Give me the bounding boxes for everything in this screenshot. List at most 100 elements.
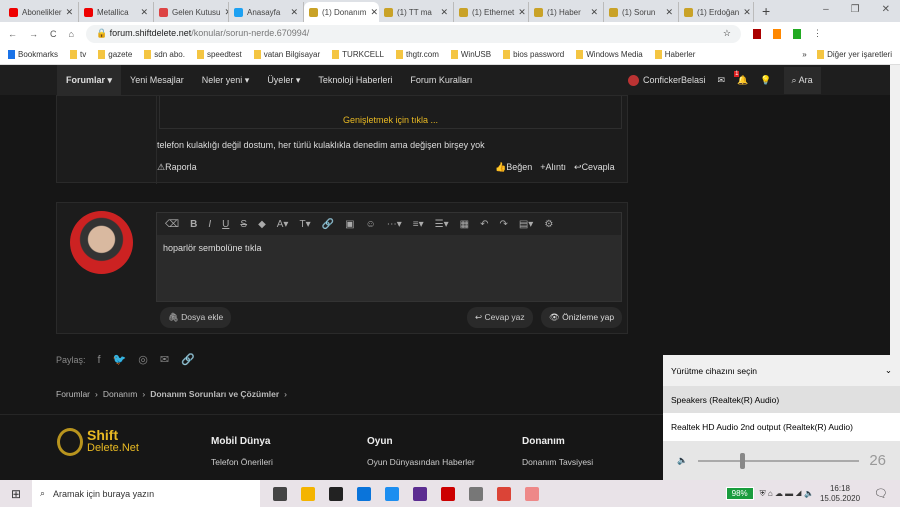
- tab[interactable]: Abonelikler ✕: [4, 2, 79, 22]
- forward-icon[interactable]: →: [29, 29, 38, 39]
- bookmark-item[interactable]: TURKCELL: [332, 50, 384, 59]
- taskbar-app-icon[interactable]: [273, 486, 287, 501]
- bookmark-item[interactable]: tv: [70, 50, 86, 59]
- breadcrumb-item[interactable]: Donanım: [103, 389, 138, 399]
- volume-slider[interactable]: [697, 452, 860, 469]
- notification-icon[interactable]: 🗨: [874, 487, 888, 500]
- list-icon[interactable]: ☰▾: [435, 219, 449, 230]
- tab[interactable]: (1) Ethernet ✕: [454, 2, 529, 22]
- taskbar-app-icon[interactable]: [329, 486, 343, 501]
- editor-textarea[interactable]: hoparlör sembolüne tıkla: [157, 235, 621, 301]
- reload-icon[interactable]: C: [50, 29, 57, 39]
- smiley-icon[interactable]: ☺: [366, 219, 376, 230]
- drafts-icon[interactable]: ▤▾: [519, 219, 533, 230]
- tab[interactable]: Metallica ✕: [79, 2, 154, 22]
- bookmark-item[interactable]: gazete: [98, 50, 132, 59]
- menu-icon[interactable]: ⋮: [813, 28, 822, 39]
- back-icon[interactable]: ←: [8, 29, 17, 39]
- nav-forum-kurallari[interactable]: Forum Kuralları: [401, 65, 481, 95]
- tab[interactable]: (1) Donanım ✕: [304, 2, 379, 22]
- extension-icon[interactable]: [792, 28, 801, 39]
- preview-button[interactable]: 👁 Önizleme yap: [541, 307, 623, 328]
- minimize-icon[interactable]: –: [823, 4, 829, 15]
- taskbar-app-icon[interactable]: [441, 486, 455, 501]
- bookmark-item[interactable]: Bookmarks: [8, 50, 58, 59]
- bookmark-item[interactable]: speedtest: [196, 50, 242, 59]
- close-icon[interactable]: ✕: [882, 4, 890, 15]
- bulb-icon[interactable]: 💡: [760, 75, 771, 86]
- undo-icon[interactable]: ↶: [480, 219, 488, 230]
- url-input[interactable]: 🔒 forum.shiftdelete.net/konular/sorun-ne…: [85, 24, 741, 43]
- device-option[interactable]: Realtek HD Audio 2nd output (Realtek(R) …: [663, 413, 900, 441]
- font-size-icon[interactable]: A▾: [277, 219, 289, 230]
- twitter-icon[interactable]: 🐦: [113, 353, 127, 366]
- close-tab-icon[interactable]: ✕: [743, 7, 751, 18]
- home-icon[interactable]: ⌂: [69, 29, 74, 39]
- clock[interactable]: 16:18 15.05.2020: [820, 484, 860, 504]
- restore-icon[interactable]: ❐: [851, 4, 860, 15]
- slider-thumb[interactable]: [739, 452, 745, 469]
- nav-teknoloji-haberleri[interactable]: Teknoloji Haberleri: [309, 65, 401, 95]
- align-icon[interactable]: ≡▾: [413, 219, 424, 230]
- italic-icon[interactable]: I: [208, 219, 211, 230]
- font-icon[interactable]: T▾: [299, 219, 310, 230]
- email-icon[interactable]: ✉: [160, 353, 169, 366]
- breadcrumb-item[interactable]: Donanım Sorunları ve Çözümler: [150, 389, 279, 399]
- nav-yeni-mesajlar[interactable]: Yeni Mesajlar: [121, 65, 193, 95]
- bell-icon[interactable]: 🔔 1: [734, 70, 748, 86]
- close-tab-icon[interactable]: ✕: [440, 7, 448, 18]
- breadcrumb-item[interactable]: Forumlar: [56, 389, 90, 399]
- tab[interactable]: Gelen Kutusu✕: [154, 2, 229, 22]
- windows-start-icon[interactable]: ⊞: [0, 487, 32, 501]
- underline-icon[interactable]: U: [222, 219, 229, 230]
- search-button[interactable]: ⌕ Ara: [783, 66, 821, 94]
- bookmark-item[interactable]: WinUSB: [450, 50, 491, 59]
- bookmark-item[interactable]: vatan Bilgisayar: [253, 50, 320, 59]
- close-tab-icon[interactable]: ✕: [590, 7, 598, 18]
- taskbar-search[interactable]: ⌕ Aramak için buraya yazın: [32, 480, 260, 507]
- table-icon[interactable]: ▦: [460, 219, 469, 230]
- tab[interactable]: (1) TT ma ✕: [379, 2, 454, 22]
- link-icon[interactable]: 🔗: [181, 353, 195, 366]
- taskbar-app-icon[interactable]: [385, 486, 399, 501]
- tray-icons[interactable]: ⛨ ⌂ ☁ ▬ ◢ 🔈: [760, 489, 814, 499]
- bookmark-item[interactable]: thgtr.com: [395, 50, 439, 59]
- nav-forumlar[interactable]: Forumlar ▾: [57, 65, 122, 95]
- close-tab-icon[interactable]: ✕: [518, 7, 526, 18]
- user-menu[interactable]: ConfickerBelasi: [628, 74, 706, 86]
- image-icon[interactable]: ▣: [345, 219, 354, 230]
- new-tab-button[interactable]: +: [762, 3, 770, 19]
- redo-icon[interactable]: ↷: [499, 219, 507, 230]
- taskbar-app-icon[interactable]: [469, 486, 483, 501]
- eraser-icon[interactable]: ⌫: [165, 219, 179, 230]
- extension-icon[interactable]: [752, 28, 761, 39]
- nav-neler-yeni[interactable]: Neler yeni ▾: [193, 65, 259, 95]
- footer-logo[interactable]: Shift Delete.Net: [57, 428, 139, 456]
- quote-button[interactable]: +Alıntı: [540, 162, 566, 173]
- expand-link[interactable]: Genişletmek için tıkla ...: [343, 115, 438, 125]
- flyout-header[interactable]: Yürütme cihazını seçin ⌄: [663, 355, 900, 386]
- facebook-icon[interactable]: f: [98, 354, 101, 366]
- more-icon[interactable]: ⋯▾: [387, 219, 402, 230]
- tab[interactable]: (1) Erdoğan ✕: [679, 2, 754, 22]
- tab[interactable]: (1) Haber ✕: [529, 2, 604, 22]
- bookmark-item[interactable]: sdn abo.: [144, 50, 185, 59]
- star-icon[interactable]: ☆: [723, 28, 731, 39]
- close-tab-icon[interactable]: ✕: [665, 7, 673, 18]
- whatsapp-icon[interactable]: ◎: [138, 353, 148, 366]
- bookmark-item[interactable]: bios password: [503, 50, 564, 59]
- inbox-icon[interactable]: ✉: [718, 75, 726, 86]
- nav-uyeler[interactable]: Üyeler ▾: [258, 65, 309, 95]
- close-tab-icon[interactable]: ✕: [140, 7, 148, 18]
- link-icon[interactable]: 🔗: [322, 219, 334, 230]
- strike-icon[interactable]: S: [240, 219, 247, 230]
- settings-icon[interactable]: ⚙: [544, 219, 553, 230]
- close-tab-icon[interactable]: ✕: [370, 7, 378, 18]
- taskbar-app-icon[interactable]: [525, 486, 539, 501]
- tab[interactable]: (1) Sorun ✕: [604, 2, 679, 22]
- taskbar-app-icon[interactable]: [413, 486, 427, 501]
- bookmark-item[interactable]: Haberler: [654, 50, 695, 59]
- close-tab-icon[interactable]: ✕: [290, 7, 298, 18]
- submit-reply-button[interactable]: ↩ Cevap yaz: [467, 307, 533, 328]
- color-icon[interactable]: ◆: [258, 219, 266, 230]
